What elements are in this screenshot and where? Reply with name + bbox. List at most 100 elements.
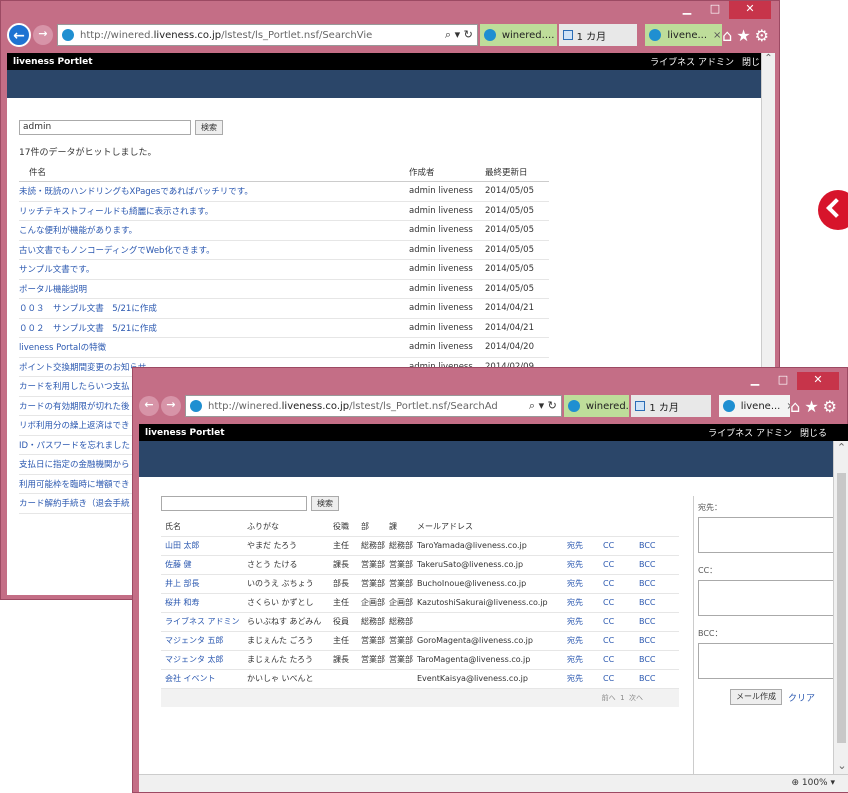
to-link[interactable]: 宛先 — [567, 612, 603, 632]
clear-link[interactable]: クリア — [788, 691, 815, 704]
back-icon[interactable]: ← — [139, 396, 159, 416]
author-cell: admin liveness — [409, 318, 485, 338]
search-button[interactable]: 検索 — [195, 120, 223, 135]
cc-field[interactable] — [698, 580, 834, 616]
subject-link[interactable]: リッチテキストフィールドも綺麗に表示されます。 — [19, 201, 409, 221]
bcc-link[interactable]: BCC — [639, 669, 679, 689]
favorites-icon[interactable]: ★ — [736, 26, 754, 45]
tab-liveness[interactable]: livene... × — [645, 24, 723, 46]
forward-icon[interactable]: → — [161, 396, 181, 416]
cc-link[interactable]: CC — [603, 612, 639, 632]
pager-page[interactable]: 1 — [620, 694, 624, 702]
gear-icon[interactable]: ⚙ — [823, 397, 841, 416]
cc-link[interactable]: CC — [603, 669, 639, 689]
bcc-field[interactable] — [698, 643, 834, 679]
dept-cell: 営業部 — [361, 574, 389, 594]
to-link[interactable]: 宛先 — [567, 555, 603, 575]
compose-mail-button[interactable]: メール作成 — [730, 689, 782, 705]
cc-link[interactable]: CC — [603, 631, 639, 651]
portal-header: liveness Portlet ライブネス アドミン 閉じる — [139, 424, 848, 441]
to-link[interactable]: 宛先 — [567, 574, 603, 594]
close-link[interactable]: 閉じる — [800, 429, 827, 439]
name-link[interactable]: マジェンタ 五郎 — [161, 631, 247, 651]
pager-next[interactable]: 次へ — [629, 694, 643, 702]
bcc-link[interactable]: BCC — [639, 593, 679, 613]
forward-icon[interactable]: → — [33, 25, 53, 45]
scroll-thumb[interactable] — [837, 473, 846, 743]
cc-link[interactable]: CC — [603, 650, 639, 670]
scroll-up-icon[interactable]: ⌃ — [834, 441, 848, 454]
tab-winered[interactable]: winered.... — [479, 24, 557, 46]
tab-close-icon[interactable]: × — [780, 401, 790, 412]
home-icon[interactable]: ⌂ — [790, 397, 804, 416]
minimize-button[interactable]: ▁ — [673, 1, 701, 19]
name-link[interactable]: 井上 部長 — [161, 574, 247, 594]
maximize-button[interactable]: □ — [769, 372, 797, 390]
close-window-button[interactable]: ✕ — [729, 1, 771, 19]
name-link[interactable]: 桜井 和寿 — [161, 593, 247, 613]
cc-link[interactable]: CC — [603, 574, 639, 594]
cc-link[interactable]: CC — [603, 555, 639, 575]
favorites-icon[interactable]: ★ — [804, 397, 822, 416]
table-row: リッチテキストフィールドも綺麗に表示されます。 admin liveness 201… — [19, 201, 549, 221]
address-bar[interactable]: http://winered.liveness.co.jp/lstest/ls_… — [57, 24, 478, 46]
site-favicon-icon — [649, 29, 662, 41]
to-field[interactable] — [698, 517, 834, 553]
title-cell: 課長 — [333, 555, 361, 575]
tab-liveness[interactable]: livene... × — [718, 395, 791, 417]
search-refresh-icon[interactable]: ⌕ ▾ ↻ — [525, 399, 557, 413]
name-link[interactable]: マジェンタ 太郎 — [161, 650, 247, 670]
subject-link[interactable]: 古い文書でもノンコーディングでWeb化できます。 — [19, 240, 409, 260]
name-link[interactable]: ライブネス アドミン — [161, 612, 247, 632]
tab-calendar[interactable]: 1 カ月 — [558, 24, 638, 46]
to-link[interactable]: 宛先 — [567, 669, 603, 689]
to-link[interactable]: 宛先 — [567, 631, 603, 651]
bcc-link[interactable]: BCC — [639, 612, 679, 632]
subject-link[interactable]: ００３ サンプル文書 5/21に作成 — [19, 298, 409, 319]
vertical-scrollbar[interactable]: ⌃ ⌄ — [833, 441, 848, 774]
subject-link[interactable]: こんな便利が機能があります。 — [19, 220, 409, 241]
bcc-link[interactable]: BCC — [639, 650, 679, 670]
scroll-up-icon[interactable]: ⌃ — [762, 53, 775, 64]
tab-close-icon[interactable]: × — [707, 30, 721, 41]
tab-winered[interactable]: winered.... — [563, 395, 630, 417]
bcc-link[interactable]: BCC — [639, 631, 679, 651]
to-link[interactable]: 宛先 — [567, 650, 603, 670]
zoom-control[interactable]: ⊕ 100% ▾ — [791, 778, 835, 788]
search-refresh-icon[interactable]: ⌕ ▾ ↻ — [441, 28, 473, 42]
date-cell: 2014/05/05 — [485, 259, 549, 280]
name-link[interactable]: 会社 イベント — [161, 669, 247, 689]
to-link[interactable]: 宛先 — [567, 536, 603, 556]
scroll-down-icon[interactable]: ⌄ — [834, 759, 848, 772]
author-cell: admin liveness — [409, 220, 485, 241]
search-input[interactable] — [161, 496, 307, 511]
date-cell: 2014/05/05 — [485, 201, 549, 221]
name-link[interactable]: 山田 太郎 — [161, 536, 247, 556]
column-header-dept: 部 — [361, 517, 389, 537]
subject-link[interactable]: サンプル文書です。 — [19, 259, 409, 280]
column-header-name: 氏名 — [161, 517, 247, 537]
subject-link[interactable]: liveness Portalの特徴 — [19, 337, 409, 358]
bcc-link[interactable]: BCC — [639, 574, 679, 594]
search-button[interactable]: 検索 — [311, 496, 339, 511]
address-bar[interactable]: http://winered.liveness.co.jp/lstest/ls_… — [185, 395, 562, 417]
tab-calendar[interactable]: 1 カ月 — [631, 395, 711, 417]
home-icon[interactable]: ⌂ — [722, 26, 736, 45]
cc-link[interactable]: CC — [603, 536, 639, 556]
subject-link[interactable]: ポータル機能説明 — [19, 279, 409, 299]
to-link[interactable]: 宛先 — [567, 593, 603, 613]
gear-icon[interactable]: ⚙ — [755, 26, 773, 45]
back-icon[interactable]: ← — [7, 23, 31, 47]
subject-link[interactable]: ００２ サンプル文書 5/21に作成 — [19, 318, 409, 338]
bcc-link[interactable]: BCC — [639, 536, 679, 556]
bcc-link[interactable]: BCC — [639, 555, 679, 575]
subject-link[interactable]: 未読・既読のハンドリングもXPagesであればバッチリです。 — [19, 181, 409, 202]
close-window-button[interactable]: ✕ — [797, 372, 839, 390]
name-link[interactable]: 佐藤 健 — [161, 555, 247, 575]
minimize-button[interactable]: ▁ — [741, 372, 769, 390]
cc-link[interactable]: CC — [603, 593, 639, 613]
maximize-button[interactable]: □ — [701, 1, 729, 19]
search-input[interactable]: admin — [19, 120, 191, 135]
title-cell: 部長 — [333, 574, 361, 594]
pager-prev[interactable]: 前へ — [602, 694, 616, 702]
